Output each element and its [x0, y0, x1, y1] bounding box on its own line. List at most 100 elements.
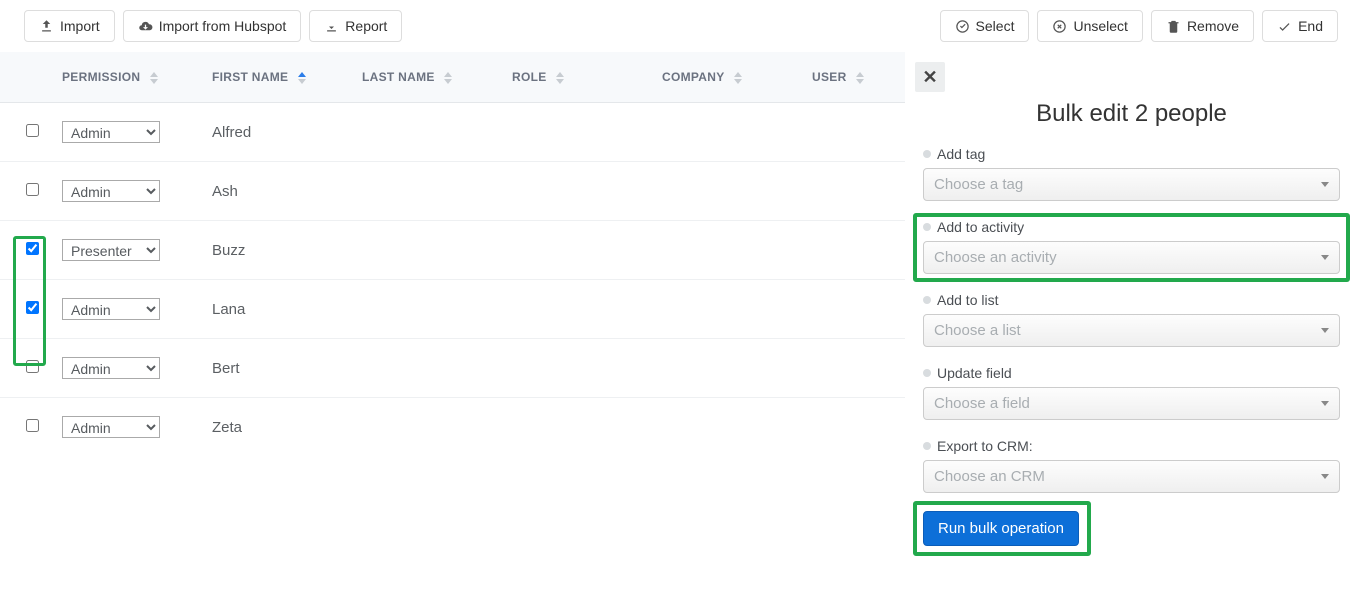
field-export-crm-label: Export to CRM: [937, 438, 1033, 454]
table-row: AdminPresenter Zeta [0, 398, 905, 457]
row-first-name: Alfred [202, 103, 352, 162]
chevron-down-icon [1321, 474, 1329, 479]
end-button[interactable]: End [1262, 10, 1338, 42]
field-export-crm: Export to CRM: Choose an CRM [923, 438, 1340, 493]
add-list-dropdown[interactable]: Choose a list [923, 314, 1340, 347]
unselect-button[interactable]: Unselect [1037, 10, 1142, 42]
permission-select[interactable]: AdminPresenter [62, 298, 160, 320]
permission-select[interactable]: AdminPresenter [62, 239, 160, 261]
update-field-placeholder: Choose a field [934, 395, 1030, 412]
col-permission[interactable]: PERMISSION [52, 52, 202, 103]
chevron-down-icon [1321, 182, 1329, 187]
row-first-name: Zeta [202, 398, 352, 457]
col-user-label: USER [812, 70, 847, 84]
table-row: AdminPresenter Bert [0, 339, 905, 398]
row-permission-cell: AdminPresenter [52, 339, 202, 398]
permission-select[interactable]: AdminPresenter [62, 357, 160, 379]
import-hubspot-button[interactable]: Import from Hubspot [123, 10, 302, 42]
row-checkbox-cell [0, 280, 52, 339]
row-checkbox[interactable] [26, 242, 39, 255]
field-add-tag-label: Add tag [937, 146, 985, 162]
col-checkbox [0, 52, 52, 103]
export-crm-placeholder: Choose an CRM [934, 468, 1045, 485]
download-icon [324, 19, 339, 34]
chevron-down-icon [1321, 401, 1329, 406]
row-checkbox-cell [0, 221, 52, 280]
row-last-name [352, 280, 502, 339]
field-add-list-label: Add to list [937, 292, 998, 308]
field-export-crm-label-row: Export to CRM: [923, 438, 1340, 454]
check-icon [1277, 19, 1292, 34]
row-first-name: Bert [202, 339, 352, 398]
add-activity-dropdown[interactable]: Choose an activity [923, 241, 1340, 274]
row-first-name: Lana [202, 280, 352, 339]
check-circle-icon [955, 19, 970, 34]
x-circle-icon [1052, 19, 1067, 34]
trash-icon [1166, 19, 1181, 34]
row-checkbox[interactable] [26, 124, 39, 137]
remove-button[interactable]: Remove [1151, 10, 1254, 42]
end-label: End [1298, 18, 1323, 34]
report-button[interactable]: Report [309, 10, 402, 42]
row-permission-cell: AdminPresenter [52, 280, 202, 339]
col-last-name[interactable]: LAST NAME [352, 52, 502, 103]
select-button[interactable]: Select [940, 10, 1030, 42]
row-company [652, 339, 802, 398]
add-list-placeholder: Choose a list [934, 322, 1021, 339]
col-permission-label: PERMISSION [62, 70, 140, 84]
bullet-icon [923, 150, 931, 158]
row-checkbox[interactable] [26, 360, 39, 373]
col-role[interactable]: ROLE [502, 52, 652, 103]
col-company[interactable]: COMPANY [652, 52, 802, 103]
permission-select[interactable]: AdminPresenter [62, 416, 160, 438]
row-checkbox[interactable] [26, 301, 39, 314]
row-checkbox-cell [0, 103, 52, 162]
run-bulk-operation-button[interactable]: Run bulk operation [923, 511, 1079, 546]
chevron-down-icon [1321, 255, 1329, 260]
export-crm-dropdown[interactable]: Choose an CRM [923, 460, 1340, 493]
row-permission-cell: AdminPresenter [52, 221, 202, 280]
bullet-icon [923, 296, 931, 304]
row-user [802, 339, 905, 398]
main: PERMISSION FIRST NAME LAST NAME ROLE [0, 52, 1358, 564]
table-row: AdminPresenter Lana [0, 280, 905, 339]
add-tag-dropdown[interactable]: Choose a tag [923, 168, 1340, 201]
row-last-name [352, 221, 502, 280]
sort-icon [444, 72, 452, 84]
permission-select[interactable]: AdminPresenter [62, 121, 160, 143]
row-company [652, 103, 802, 162]
col-company-label: COMPANY [662, 70, 724, 84]
close-panel-button[interactable]: ✕ [915, 62, 945, 92]
import-hubspot-label: Import from Hubspot [159, 18, 287, 34]
bulk-edit-panel: ✕ Bulk edit 2 people Add tag Choose a ta… [905, 52, 1358, 564]
row-role [502, 162, 652, 221]
row-company [652, 162, 802, 221]
toolbar-right: Select Unselect Remove End [940, 10, 1338, 42]
row-role [502, 398, 652, 457]
row-checkbox-cell [0, 339, 52, 398]
import-button[interactable]: Import [24, 10, 115, 42]
permission-select[interactable]: AdminPresenter [62, 180, 160, 202]
row-user [802, 103, 905, 162]
row-permission-cell: AdminPresenter [52, 162, 202, 221]
row-role [502, 103, 652, 162]
row-checkbox[interactable] [26, 183, 39, 196]
row-role [502, 280, 652, 339]
sort-icon [856, 72, 864, 84]
col-user[interactable]: USER [802, 52, 905, 103]
col-first-name[interactable]: FIRST NAME [202, 52, 352, 103]
field-add-activity-label: Add to activity [937, 219, 1024, 235]
row-role [502, 339, 652, 398]
sort-icon [556, 72, 564, 84]
toolbar-left: Import Import from Hubspot Report [24, 10, 402, 42]
row-last-name [352, 103, 502, 162]
row-role [502, 221, 652, 280]
update-field-dropdown[interactable]: Choose a field [923, 387, 1340, 420]
sort-icon [298, 72, 306, 84]
panel-title: Bulk edit 2 people [923, 100, 1340, 128]
row-checkbox[interactable] [26, 419, 39, 432]
remove-label: Remove [1187, 18, 1239, 34]
row-last-name [352, 398, 502, 457]
bullet-icon [923, 442, 931, 450]
report-label: Report [345, 18, 387, 34]
